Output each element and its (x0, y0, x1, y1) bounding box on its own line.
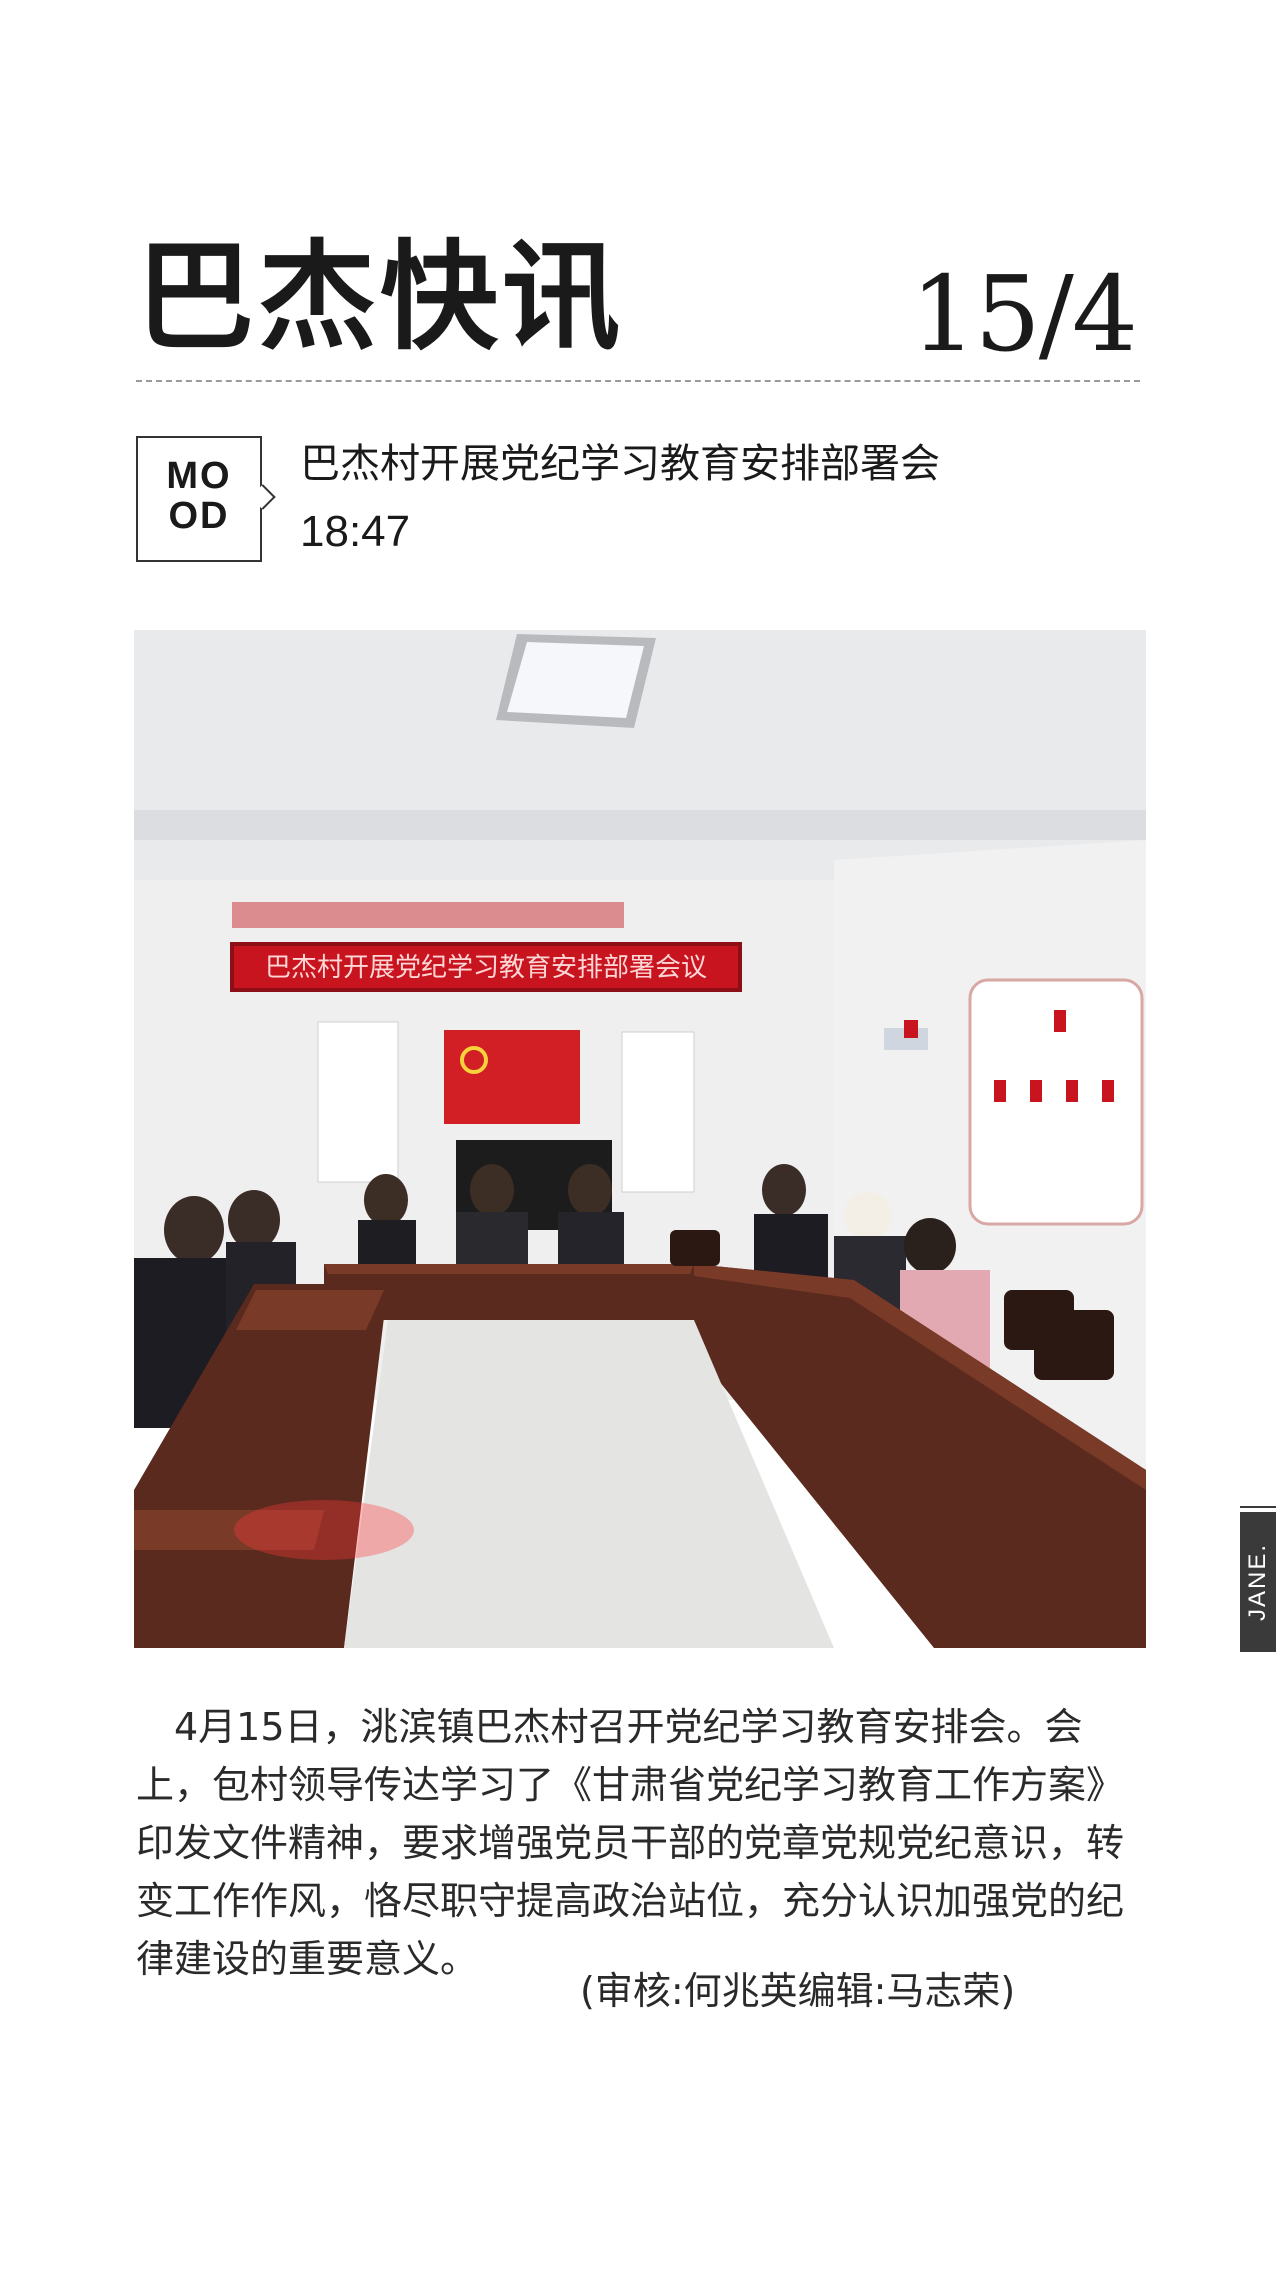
dashed-divider (136, 380, 1140, 382)
side-tag-label: JANE. (1244, 1542, 1271, 1622)
mood-badge-label: MO OD (166, 455, 232, 537)
page-title: 巴杰快讯 (136, 228, 625, 366)
article-credits: (审核:何兆英编辑:马志荣) (580, 1969, 1016, 2013)
article-time: 18:47 (300, 507, 411, 556)
article-paragraph: 4月15日，洮滨镇巴杰村召开党纪学习教育安排会。会上，包村领导传达学习了《甘肃省… (136, 1705, 1125, 1981)
article-title: 巴杰村开展党纪学习教育安排部署会 (300, 441, 940, 487)
date-label: 15/4 (910, 253, 1138, 375)
meeting-photo: 巴杰村开展党纪学习教育安排部署会议 (134, 630, 1146, 1648)
mood-badge: MO OD (136, 436, 276, 562)
article-body: 4月15日，洮滨镇巴杰村召开党纪学习教育安排会。会上，包村领导传达学习了《甘肃省… (136, 1698, 1146, 1988)
side-tag: JANE. (1240, 1512, 1276, 1652)
banner-text: 巴杰村开展党纪学习教育安排部署会议 (265, 953, 707, 983)
side-tag-line (1240, 1506, 1276, 1508)
